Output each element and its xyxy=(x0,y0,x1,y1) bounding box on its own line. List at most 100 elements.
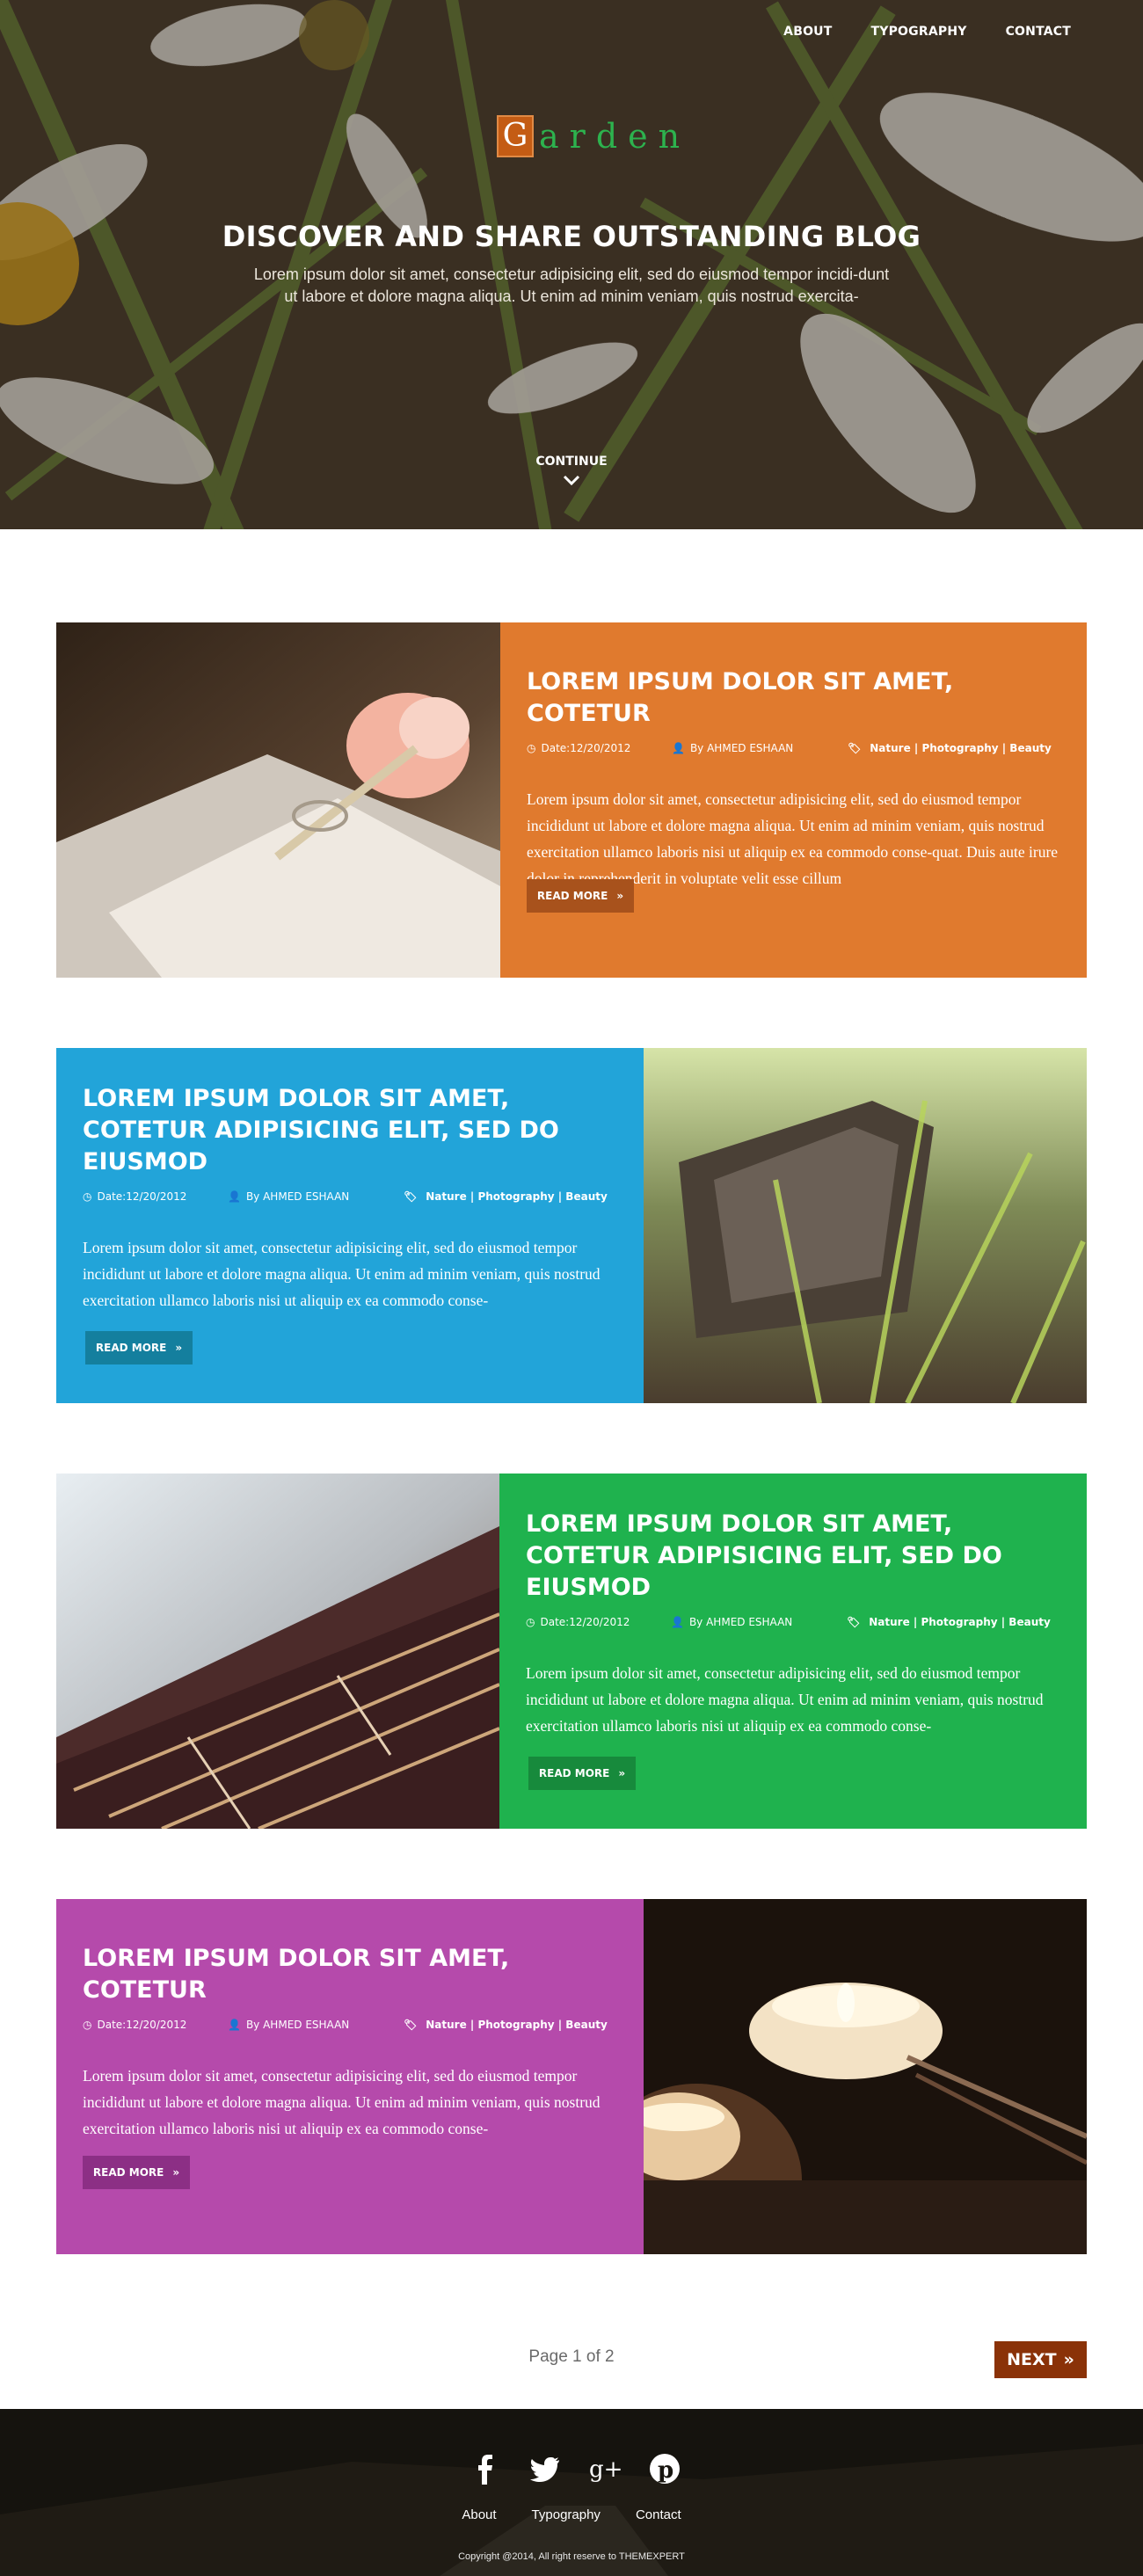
hero-section: ABOUT TYPOGRAPHY CONTACT G arden DISCOVE… xyxy=(0,0,1143,529)
chevron-down-icon[interactable] xyxy=(557,471,586,491)
double-chevron-right-icon: » xyxy=(618,1767,626,1779)
pinterest-icon[interactable]: p xyxy=(647,2451,682,2486)
blog-post: LOREM IPSUM DOLOR SIT AMET, COTETUR ADIP… xyxy=(56,1048,1087,1403)
post-date-text: Date:12/20/2012 xyxy=(540,1616,630,1628)
post-meta: ◷ Date:12/20/2012 👤 By AHMED ESHAAN 🏷 Natur… xyxy=(526,1616,1060,1628)
post-author: 👤 By AHMED ESHAAN xyxy=(672,742,848,754)
tags-icon: 🏷 xyxy=(847,1616,861,1628)
post-date-text: Date:12/20/2012 xyxy=(97,1190,187,1203)
post-author: 👤 By AHMED ESHAAN xyxy=(671,1616,847,1628)
post-author-text: By AHMED ESHAAN xyxy=(688,1616,793,1628)
user-icon: 👤 xyxy=(228,1190,241,1203)
post-categories-text[interactable]: Nature | Photography | Beauty xyxy=(870,742,1052,754)
user-icon: 👤 xyxy=(672,742,685,754)
post-image[interactable] xyxy=(56,1474,499,1829)
post-date-text: Date:12/20/2012 xyxy=(541,742,631,754)
pagination-info: Page 1 of 2 xyxy=(528,2347,615,2366)
next-label: NEXT xyxy=(1007,2350,1057,2369)
user-icon: 👤 xyxy=(671,1616,684,1628)
post-content-panel: LOREM IPSUM DOLOR SIT AMET, COTETUR ADIP… xyxy=(499,1474,1087,1829)
facebook-icon[interactable] xyxy=(468,2451,503,2486)
social-links: g+ p xyxy=(468,2451,682,2486)
post-excerpt: Lorem ipsum dolor sit amet, consectetur … xyxy=(83,2067,601,2137)
blog-post: LOREM IPSUM DOLOR SIT AMET, COTETUR ◷ Dat… xyxy=(56,1899,1087,2254)
logo-initial: G xyxy=(502,118,528,154)
post-excerpt: Lorem ipsum dolor sit amet, consectetur … xyxy=(526,1664,1044,1735)
post-title[interactable]: LOREM IPSUM DOLOR SIT AMET, COTETUR xyxy=(527,666,1060,730)
footer-links: About Typography Contact xyxy=(0,2507,1143,2522)
hero-title: DISCOVER AND SHARE OUTSTANDING BLOG xyxy=(222,220,921,253)
double-chevron-right-icon: » xyxy=(175,1342,183,1354)
svg-text:p: p xyxy=(658,2457,673,2484)
user-icon: 👤 xyxy=(228,2019,241,2031)
post-meta: ◷ Date:12/20/2012 👤 By AHMED ESHAAN 🏷 Natur… xyxy=(83,1190,617,1203)
blog-post: LOREM IPSUM DOLOR SIT AMET, COTETUR ◷ Dat… xyxy=(56,622,1087,978)
read-more-label: READ MORE xyxy=(95,1342,167,1354)
post-content-panel: LOREM IPSUM DOLOR SIT AMET, COTETUR ADIP… xyxy=(56,1048,644,1403)
post-image[interactable] xyxy=(644,1899,1087,2254)
read-more-label: READ MORE xyxy=(538,1767,610,1779)
clock-icon: ◷ xyxy=(83,2019,92,2031)
clock-icon: ◷ xyxy=(527,742,536,754)
site-logo[interactable]: G arden xyxy=(497,115,690,157)
double-chevron-right-icon: » xyxy=(616,890,624,902)
nav-typography[interactable]: TYPOGRAPHY xyxy=(871,25,967,39)
double-chevron-right-icon: » xyxy=(1063,2350,1074,2369)
post-date: ◷ Date:12/20/2012 xyxy=(83,2019,228,2031)
read-more-button[interactable]: READ MORE » xyxy=(528,1757,636,1790)
post-categories-text[interactable]: Nature | Photography | Beauty xyxy=(426,2019,608,2031)
tags-icon: 🏷 xyxy=(848,742,862,754)
post-image[interactable] xyxy=(644,1048,1087,1403)
post-date: ◷ Date:12/20/2012 xyxy=(526,1616,671,1628)
footer-link-contact[interactable]: Contact xyxy=(636,2507,681,2522)
post-categories-text[interactable]: Nature | Photography | Beauty xyxy=(869,1616,1051,1628)
next-page-button[interactable]: NEXT » xyxy=(994,2341,1087,2378)
tags-icon: 🏷 xyxy=(404,1190,418,1203)
post-author: 👤 By AHMED ESHAAN xyxy=(228,2019,404,2031)
post-author: 👤 By AHMED ESHAAN xyxy=(228,1190,404,1203)
read-more-button[interactable]: READ MORE » xyxy=(527,879,634,913)
read-more-button[interactable]: READ MORE » xyxy=(83,2156,190,2189)
site-footer: g+ p About Typography Contact Copyright … xyxy=(0,2409,1143,2576)
double-chevron-right-icon: » xyxy=(172,2166,180,2179)
read-more-label: READ MORE xyxy=(92,2166,164,2179)
post-author-text: By AHMED ESHAAN xyxy=(245,1190,350,1203)
continue-link[interactable]: CONTINUE xyxy=(0,455,1143,469)
post-categories: 🏷 Nature | Photography | Beauty xyxy=(847,1616,1051,1628)
nav-about[interactable]: ABOUT xyxy=(783,25,832,39)
google-plus-icon[interactable]: g+ xyxy=(587,2451,622,2486)
post-author-text: By AHMED ESHAAN xyxy=(689,742,794,754)
post-meta: ◷ Date:12/20/2012 👤 By AHMED ESHAAN 🏷 Natur… xyxy=(83,2019,617,2031)
post-title[interactable]: LOREM IPSUM DOLOR SIT AMET, COTETUR ADIP… xyxy=(83,1083,617,1178)
post-image[interactable] xyxy=(56,622,500,978)
footer-link-about[interactable]: About xyxy=(462,2507,496,2522)
logo-text: arden xyxy=(539,117,691,156)
post-categories: 🏷 Nature | Photography | Beauty xyxy=(848,742,1052,754)
post-excerpt: Lorem ipsum dolor sit amet, consectetur … xyxy=(527,790,1059,887)
copyright-text: Copyright @2014, All right reserve to TH… xyxy=(458,2551,685,2562)
twitter-icon[interactable] xyxy=(528,2451,563,2486)
main-nav: ABOUT TYPOGRAPHY CONTACT xyxy=(783,25,1071,39)
nav-contact[interactable]: CONTACT xyxy=(1006,25,1071,39)
post-title[interactable]: LOREM IPSUM DOLOR SIT AMET, COTETUR xyxy=(83,1943,617,2006)
post-date-text: Date:12/20/2012 xyxy=(97,2019,187,2031)
post-categories: 🏷 Nature | Photography | Beauty xyxy=(404,2019,608,2031)
post-date: ◷ Date:12/20/2012 xyxy=(527,742,672,754)
clock-icon: ◷ xyxy=(83,1190,92,1203)
footer-link-typography[interactable]: Typography xyxy=(532,2507,601,2522)
tags-icon: 🏷 xyxy=(404,2019,418,2031)
post-content-panel: LOREM IPSUM DOLOR SIT AMET, COTETUR ◷ Dat… xyxy=(56,1899,644,2254)
post-excerpt: Lorem ipsum dolor sit amet, consectetur … xyxy=(83,1239,601,1309)
logo-initial-box: G xyxy=(497,115,534,157)
post-title[interactable]: LOREM IPSUM DOLOR SIT AMET, COTETUR ADIP… xyxy=(526,1509,1060,1604)
post-meta: ◷ Date:12/20/2012 👤 By AHMED ESHAAN 🏷 Natur… xyxy=(527,742,1060,754)
post-author-text: By AHMED ESHAAN xyxy=(245,2019,350,2031)
blog-post: LOREM IPSUM DOLOR SIT AMET, COTETUR ADIP… xyxy=(56,1474,1087,1829)
post-categories-text[interactable]: Nature | Photography | Beauty xyxy=(426,1190,608,1203)
read-more-button[interactable]: READ MORE » xyxy=(85,1331,193,1364)
post-categories: 🏷 Nature | Photography | Beauty xyxy=(404,1190,608,1203)
hero-subtitle: Lorem ipsum dolor sit amet, consectetur … xyxy=(253,266,890,305)
post-date: ◷ Date:12/20/2012 xyxy=(83,1190,228,1203)
clock-icon: ◷ xyxy=(526,1616,535,1628)
svg-text:g+: g+ xyxy=(589,2456,622,2483)
